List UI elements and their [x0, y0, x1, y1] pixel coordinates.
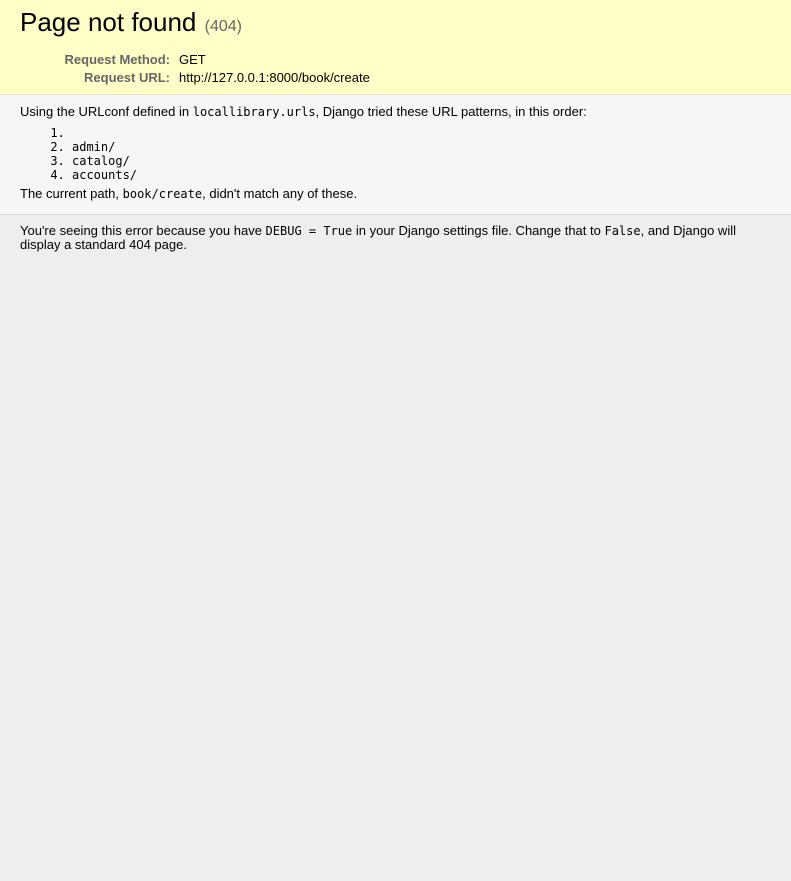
page-title-text: Page not found — [20, 7, 197, 37]
false-value-code: False — [604, 224, 641, 238]
explanation-part1: You're seeing this error because you hav… — [20, 223, 266, 238]
error-summary: Page not found (404) Request Method: GET… — [0, 0, 791, 95]
urlconf-module: locallibrary.urls — [192, 105, 316, 119]
request-method-value: GET — [179, 52, 206, 67]
status-code: (404) — [204, 18, 242, 35]
request-meta-table: Request Method: GET Request URL: http://… — [20, 51, 370, 87]
debug-setting-code: DEBUG = True — [265, 224, 353, 238]
page-title: Page not found (404) — [20, 6, 771, 43]
current-path-after: , didn't match any of these. — [202, 186, 358, 201]
url-pattern-item: accounts/ — [72, 168, 771, 182]
request-url-label: Request URL: — [84, 70, 170, 85]
explanation-text: You're seeing this error because you hav… — [20, 224, 771, 252]
request-method-row: Request Method: GET — [20, 51, 370, 69]
url-pattern-item — [72, 126, 771, 140]
debug-explanation: You're seeing this error because you hav… — [0, 215, 791, 261]
explanation-part2: in your Django settings file. Change tha… — [352, 223, 605, 238]
url-pattern-item: admin/ — [72, 140, 771, 154]
request-url-value: http://127.0.0.1:8000/book/create — [179, 70, 370, 85]
request-method-label: Request Method: — [64, 52, 170, 67]
urlconf-info: Using the URLconf defined in locallibrar… — [0, 95, 791, 215]
current-path-before: The current path, — [20, 186, 123, 201]
urlconf-intro: Using the URLconf defined in locallibrar… — [20, 104, 771, 120]
urlconf-intro-after: , Django tried these URL patterns, in th… — [315, 104, 587, 119]
current-path-message: The current path, book/create, didn't ma… — [20, 186, 771, 202]
url-pattern-item: catalog/ — [72, 154, 771, 168]
current-path: book/create — [122, 187, 203, 201]
url-pattern-list: admin/ catalog/ accounts/ — [20, 126, 771, 182]
request-url-row: Request URL: http://127.0.0.1:8000/book/… — [20, 69, 370, 87]
urlconf-intro-before: Using the URLconf defined in — [20, 104, 193, 119]
